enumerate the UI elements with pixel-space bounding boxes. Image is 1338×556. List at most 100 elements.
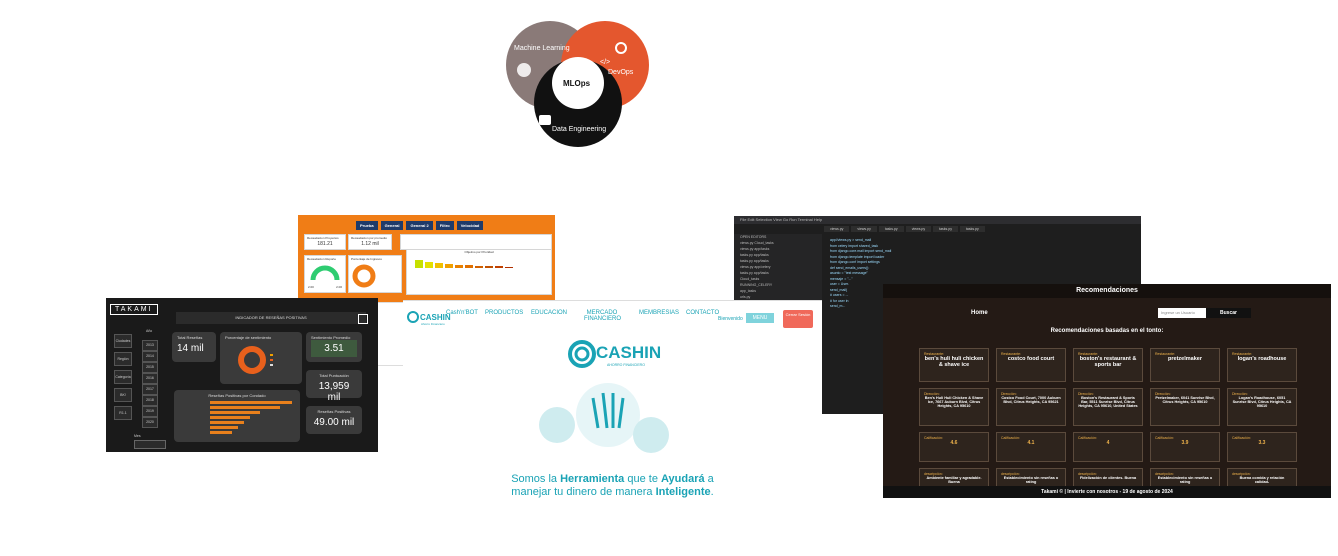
rec-column: Restaurante: logan's roadhouse Dirección:… (1227, 348, 1297, 498)
cashin-hero-sub: AHORRO FINANCIERO (607, 363, 645, 367)
year-button[interactable]: 2014 (142, 351, 158, 362)
kpi-value: 181.21 (317, 241, 333, 247)
slogan-highlight: Ayudará (661, 473, 705, 485)
editor-menubar[interactable]: File Edit Selection View Go Run Terminal… (734, 216, 1141, 224)
nav-membresias[interactable]: MEMBRESIAS (639, 310, 679, 316)
side-filter[interactable]: R1.1 (114, 406, 132, 420)
side-filter[interactable]: Ciudades (114, 334, 132, 348)
slogan-highlight: Herramienta (560, 473, 625, 485)
home-link[interactable]: Home (971, 310, 988, 316)
kpi-label: Total Reseñas (177, 335, 203, 340)
restaurant-address: Boston's Restaurant & Sports Bar, 5511 S… (1078, 396, 1138, 408)
side-filter[interactable]: BK! (114, 388, 132, 402)
restaurant-name: pretzelmaker (1168, 356, 1202, 362)
editor-tab[interactable]: views.py (851, 226, 877, 232)
editor-tab[interactable]: tasks.py (933, 226, 958, 232)
rec-column: Restaurante: ben's huli huli chicken & sh… (919, 348, 989, 498)
restaurant-box: Restaurante: pretzelmaker (1150, 348, 1220, 382)
devops-label: DevOps (608, 69, 634, 76)
kpi-resenas-positivas: Reseñas Positivas 49.00 mil (306, 406, 362, 434)
rec-header: Recomendaciones (883, 284, 1331, 298)
gauge-max: 2.00 (336, 285, 342, 289)
restaurant-name: ben's huli huli chicken & shave ice (924, 356, 984, 368)
editor-tab[interactable]: tasks.py (878, 226, 904, 232)
tab-filtro[interactable]: Filtro (435, 221, 454, 230)
nav-educacion[interactable]: EDUCACION (531, 310, 567, 316)
month-filter[interactable] (134, 440, 166, 449)
restaurant-rating: 3.3 (1258, 440, 1266, 446)
restaurant-box: Restaurante: ben's huli huli chicken & sh… (919, 348, 989, 382)
restaurant-rating: 4.6 (950, 440, 958, 446)
editor-tab[interactable]: views.py (905, 226, 932, 232)
slogan-part: manejar tu dinero de manera (511, 486, 656, 498)
kpi-value: 49.00 mil (313, 417, 355, 428)
dashboard-tabs: Prueba General General 2 Filtro Velocida… (356, 221, 484, 230)
year-button[interactable]: 2019 (142, 406, 158, 417)
cashin-logo-icon (407, 311, 419, 323)
takami-logo: TAKAMI (110, 304, 158, 315)
nav-cashnbot[interactable]: Cash'n'BOT (446, 310, 478, 316)
user-search-input[interactable]: Ingrese un Usuario (1158, 308, 1209, 318)
kpi-label: Reseñas Positivas (317, 409, 351, 414)
filter-panel[interactable] (400, 234, 552, 250)
search-button[interactable]: Buscar (1206, 308, 1251, 318)
bar-card: Objetivo por Prioridad (406, 249, 552, 295)
cashin-hero-logo: CASHIN (596, 343, 662, 362)
restaurant-desc: Establecimiento sin reseñas o rating (1157, 476, 1213, 484)
nav-contacto[interactable]: CONTACTO (686, 310, 719, 316)
side-filter[interactable]: Categoría (114, 370, 132, 384)
beach-icon (539, 407, 575, 443)
slogan-part: . (710, 486, 714, 498)
nav-mercado-financiero[interactable]: MERCADO FINANCIERO (584, 310, 621, 322)
tab-general-2[interactable]: General 2 (406, 221, 433, 230)
year-button[interactable]: 2015 (142, 362, 158, 373)
restaurant-rating: 4 (1106, 440, 1110, 446)
restaurant-name: boston's restaurant & sports bar (1079, 356, 1137, 368)
kpi-label: Sentimiento Promedio (311, 335, 351, 340)
editor-tab[interactable]: tasks.py (959, 226, 985, 232)
nav-productos[interactable]: PRODUCTOS (485, 310, 523, 316)
rating-box: Calificación: 4 (1073, 432, 1143, 462)
year-button[interactable]: 2020 (142, 417, 158, 428)
hero-illustration (539, 383, 669, 453)
takami-dashboard-screenshot: TAKAMI INDICADOR DE RESEÑAS POSITIVAS Ci… (106, 298, 378, 452)
code-line: from django.core.mail import send_mail (830, 249, 892, 253)
month-filter-label: Mes (134, 434, 141, 438)
restaurant-desc: Ambiente familiar y agradable. Buena (926, 476, 982, 484)
cashin-hero: CASHIN AHORRO FINANCIERO (403, 333, 822, 483)
slogan-highlight: Inteligente (655, 486, 711, 498)
kpi-value: 14 mil (177, 343, 204, 354)
editor-tab[interactable]: views.py (824, 226, 850, 232)
year-button[interactable]: 2018 (142, 395, 158, 406)
restaurant-desc: Buena comida y relación calidad- (1239, 476, 1285, 484)
kpi-value: 13,959 mil (318, 381, 350, 403)
rating-box: Calificación: 3.3 (1227, 432, 1297, 462)
kpi-value: 1.12 mil (361, 241, 379, 247)
welcome-text: Bienvenido (718, 316, 743, 322)
logout-button[interactable]: Cerrar Sesión (783, 310, 813, 328)
cashin-slogan: Somos la Herramienta que te Ayudará a ma… (403, 473, 822, 499)
restaurant-box: Restaurante: costco food court (996, 348, 1066, 382)
year-button[interactable]: 2017 (142, 384, 158, 395)
money-hand-icon (633, 417, 669, 453)
tab-velocidad[interactable]: Velocidad (456, 221, 484, 230)
expand-icon[interactable] (358, 314, 368, 324)
orange-dashboard-screenshot: Prueba General General 2 Filtro Velocida… (298, 215, 555, 302)
mlops-label: MLOps (563, 79, 591, 88)
recomendaciones-screenshot: Recomendaciones Home Ingrese un Usuario … (883, 284, 1331, 498)
tab-general[interactable]: General (380, 221, 404, 230)
rec-column: Restaurante: boston's restaurant & sports… (1073, 348, 1143, 498)
de-label: Data Engineering (552, 126, 607, 133)
year-button[interactable]: 2013 (142, 340, 158, 351)
devops-icon-text: </> (600, 59, 611, 66)
donut-card: Porcentaje de Ingresos (348, 255, 402, 293)
slogan-part: a (704, 473, 714, 485)
sentiment-donut-card: Porcentaje de sentimiento (220, 332, 302, 384)
menu-button[interactable]: MENU (746, 313, 774, 323)
side-filter[interactable]: Región (114, 352, 132, 366)
ml-label: Machine Learning (514, 45, 570, 52)
year-button[interactable]: 2016 (142, 373, 158, 384)
tab-prueba[interactable]: Prueba (356, 221, 378, 230)
mlops-venn-diagram: Machine Learning </> DevOps MLOps Data E… (500, 15, 660, 155)
restaurant-box: Restaurante: boston's restaurant & sports… (1073, 348, 1143, 382)
